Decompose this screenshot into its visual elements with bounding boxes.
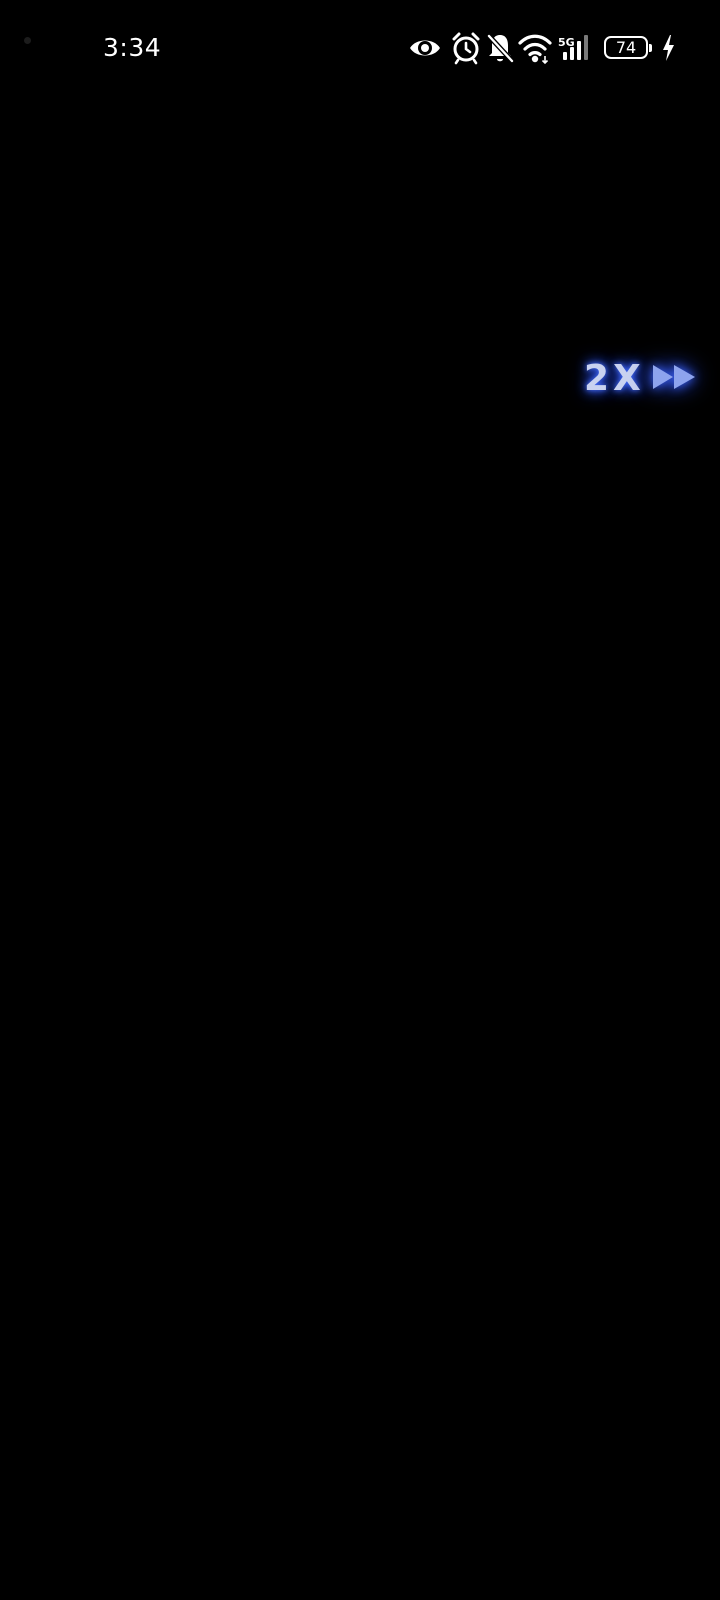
cellular-signal-icon: 5G bbox=[558, 31, 594, 69]
eye-icon bbox=[408, 31, 442, 69]
status-time: 3:34 bbox=[103, 33, 162, 62]
status-bar: 3:34 5G 74 bbox=[0, 0, 720, 100]
charging-bolt-icon bbox=[660, 31, 676, 69]
battery-level: 74 bbox=[615, 38, 637, 57]
wifi-icon bbox=[518, 31, 552, 69]
playback-speed-overlay: 2X bbox=[584, 356, 699, 402]
notifications-off-icon bbox=[486, 31, 515, 69]
fast-forward-icon bbox=[651, 362, 699, 396]
alarm-icon bbox=[452, 31, 480, 69]
network-type-label: 5G bbox=[558, 36, 575, 49]
camera-cutout bbox=[24, 37, 31, 44]
playback-speed-label: 2X bbox=[584, 358, 645, 399]
